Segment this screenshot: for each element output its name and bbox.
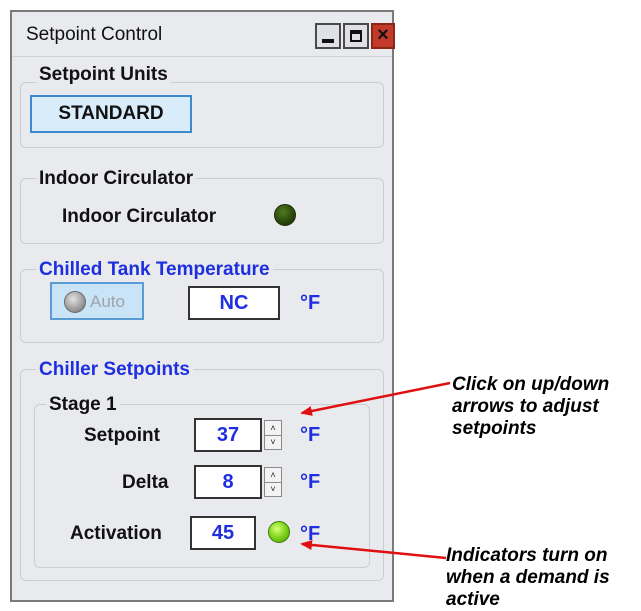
- annotation-arrows: [300, 381, 451, 560]
- arrow-to-spinner: [300, 381, 451, 416]
- arrow-to-indicator: [300, 539, 447, 560]
